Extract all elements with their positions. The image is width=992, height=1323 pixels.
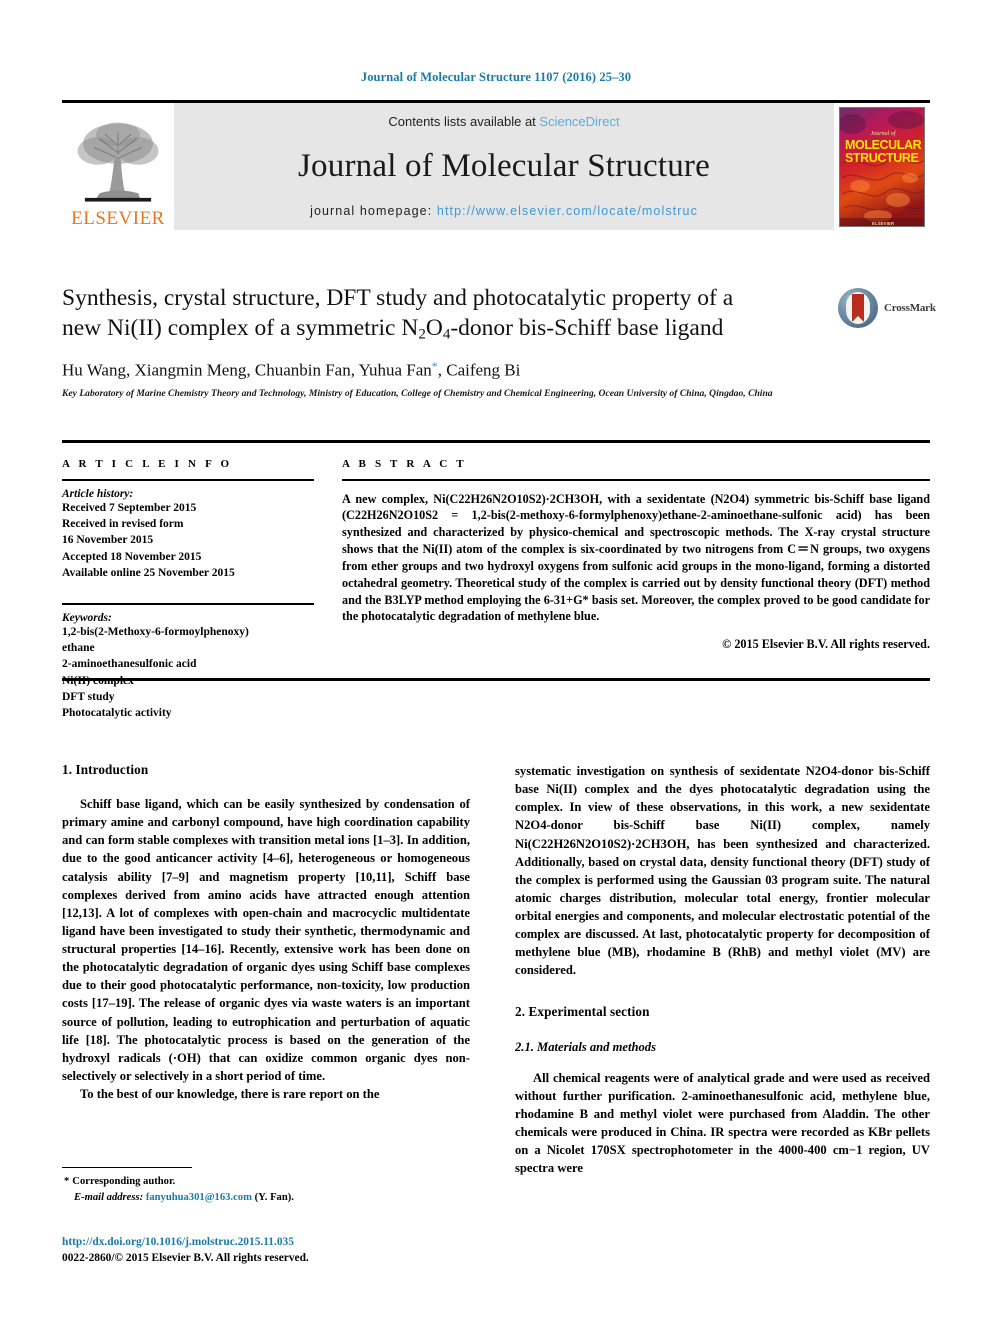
history-line: 16 November 2015 <box>62 534 154 547</box>
running-head: Journal of Molecular Structure 1107 (201… <box>360 70 632 84</box>
journal-masthead: ELSEVIER Contents lists available at Sci… <box>62 100 930 230</box>
history-line: Received in revised form <box>62 517 184 530</box>
journal-cover-image: Journal of MOLECULAR STRUCTURE ELSEVIER <box>839 106 925 227</box>
author-list: Hu Wang, Xiangmin Meng, Chuanbin Fan, Yu… <box>62 359 930 380</box>
svg-text:Journal of: Journal of <box>871 130 897 137</box>
article-header: Synthesis, crystal structure, DFT study … <box>62 283 936 401</box>
history-line: Received 7 September 2015 <box>62 501 197 514</box>
keyword-item: Photocatalytic activity <box>62 707 172 720</box>
keyword-item: DFT study <box>62 691 115 704</box>
article-history-label: Article history: <box>62 487 134 500</box>
intro-paragraph-continued: systematic investigation on synthesis of… <box>515 764 930 978</box>
contents-lists-line: Contents lists available at ScienceDirec… <box>388 114 619 129</box>
article-title-sub1: 2 <box>418 326 426 343</box>
email-label: E-mail address: <box>74 1191 144 1203</box>
keyword-item: ethane <box>62 642 95 655</box>
keywords-block: Keywords: 1,2-bis(2-Methoxy-6-formoylphe… <box>62 603 314 722</box>
doi-link[interactable]: http://dx.doi.org/10.1016/j.molstruc.201… <box>62 1235 482 1251</box>
crossmark-badge[interactable]: CrossMark <box>838 285 936 331</box>
keywords-label: Keywords: <box>62 611 112 624</box>
keyword-item: 2-aminoethanesulfonic acid <box>62 658 197 671</box>
abstract-rule <box>342 479 930 481</box>
elsevier-logo: ELSEVIER <box>62 103 174 230</box>
masthead-center: Contents lists available at ScienceDirec… <box>174 103 834 230</box>
asterisk-icon: * <box>64 1176 70 1188</box>
section-heading-introduction: 1. Introduction <box>62 762 149 777</box>
author-names-tail: , Caifeng Bi <box>437 359 521 379</box>
contents-prefix: Contents lists available at <box>388 114 540 129</box>
doi-block: http://dx.doi.org/10.1016/j.molstruc.201… <box>62 1235 482 1267</box>
abstract-column: A B S T R A C T A new complex, Ni(C22H26… <box>342 458 930 652</box>
corresponding-author-text: Corresponding author. <box>72 1176 176 1188</box>
author-names: Hu Wang, Xiangmin Meng, Chuanbin Fan, Yu… <box>62 359 432 379</box>
homepage-url-link[interactable]: http://www.elsevier.com/locate/molstruc <box>437 204 698 218</box>
intro-paragraph-1: Schiff base ligand, which can be easily … <box>62 797 470 1083</box>
journal-title: Journal of Molecular Structure <box>298 148 710 184</box>
crossmark-label: CrossMark <box>884 302 936 314</box>
cover-artwork: Journal of MOLECULAR STRUCTURE ELSEVIER <box>840 107 924 226</box>
section-heading-experimental: 2. Experimental section <box>515 1003 650 1019</box>
journal-cover-thumbnail[interactable]: Journal of MOLECULAR STRUCTURE ELSEVIER <box>834 103 930 230</box>
affiliation: Key Laboratory of Marine Chemistry Theor… <box>62 387 773 399</box>
footnote-block: * Corresponding author. E-mail address: f… <box>62 1167 470 1205</box>
article-title-line2c: -donor bis-Schiff base ligand <box>450 315 724 342</box>
footnote-rule <box>62 1167 192 1169</box>
body-column-left: 1. Introduction Schiff base ligand, whic… <box>62 762 470 1103</box>
homepage-prefix: journal homepage: <box>310 204 437 218</box>
email-link[interactable]: fanyuhua301@163.com <box>146 1192 252 1203</box>
body-column-right: systematic investigation on synthesis of… <box>515 762 930 1177</box>
article-title-line1: Synthesis, crystal structure, DFT study … <box>62 285 734 311</box>
elsevier-wordmark: ELSEVIER <box>71 208 165 229</box>
keywords-rule <box>62 603 314 605</box>
history-line: Accepted 18 November 2015 <box>62 550 202 563</box>
abstract-copyright: © 2015 Elsevier B.V. All rights reserved… <box>722 637 930 652</box>
email-note: E-mail address: fanyuhua301@163.com (Y. … <box>62 1190 470 1205</box>
subsection-heading-materials-and-methods: 2.1. Materials and methods <box>515 1039 656 1054</box>
experimental-paragraph-1: All chemical reagents were of analytical… <box>515 1070 930 1176</box>
svg-text:MOLECULAR: MOLECULAR <box>845 138 922 152</box>
keyword-item: Ni(II) complex <box>62 674 134 687</box>
crossmark-icon <box>838 288 878 328</box>
svg-text:ELSEVIER: ELSEVIER <box>872 221 895 226</box>
abstract-text: A new complex, Ni(C22H26N2O10S2)·2CH3OH,… <box>342 491 930 624</box>
paper-page: Journal of Molecular Structure 1107 (201… <box>0 0 992 1323</box>
sciencedirect-link[interactable]: ScienceDirect <box>539 114 619 129</box>
issn-copyright: 0022-2860/© 2015 Elsevier B.V. All right… <box>62 1251 309 1264</box>
journal-homepage-line: journal homepage: http://www.elsevier.co… <box>310 204 698 218</box>
svg-text:STRUCTURE: STRUCTURE <box>845 151 919 165</box>
history-line: Available online 25 November 2015 <box>62 566 235 579</box>
keyword-item: 1,2-bis(2-Methoxy-6-formoylphenoxy) <box>62 625 249 638</box>
elsevier-tree-icon <box>77 122 159 202</box>
abstract-heading: A B S T R A C T <box>342 458 467 470</box>
article-title-line2a: new Ni(II) complex of a symmetric N <box>62 315 419 342</box>
article-info-rule <box>62 479 314 481</box>
article-title-line2b: O <box>425 315 443 342</box>
corresponding-author-note: * Corresponding author. <box>62 1174 470 1189</box>
article-info-heading: A R T I C L E I N F O <box>62 458 233 470</box>
info-band-top-rule <box>62 440 930 443</box>
article-info-column: A R T I C L E I N F O Article history: R… <box>62 458 314 722</box>
email-attribution: (Y. Fan). <box>254 1191 294 1203</box>
intro-paragraph-2: To the best of our knowledge, there is r… <box>80 1087 380 1101</box>
article-title: Synthesis, crystal structure, DFT study … <box>62 283 832 345</box>
